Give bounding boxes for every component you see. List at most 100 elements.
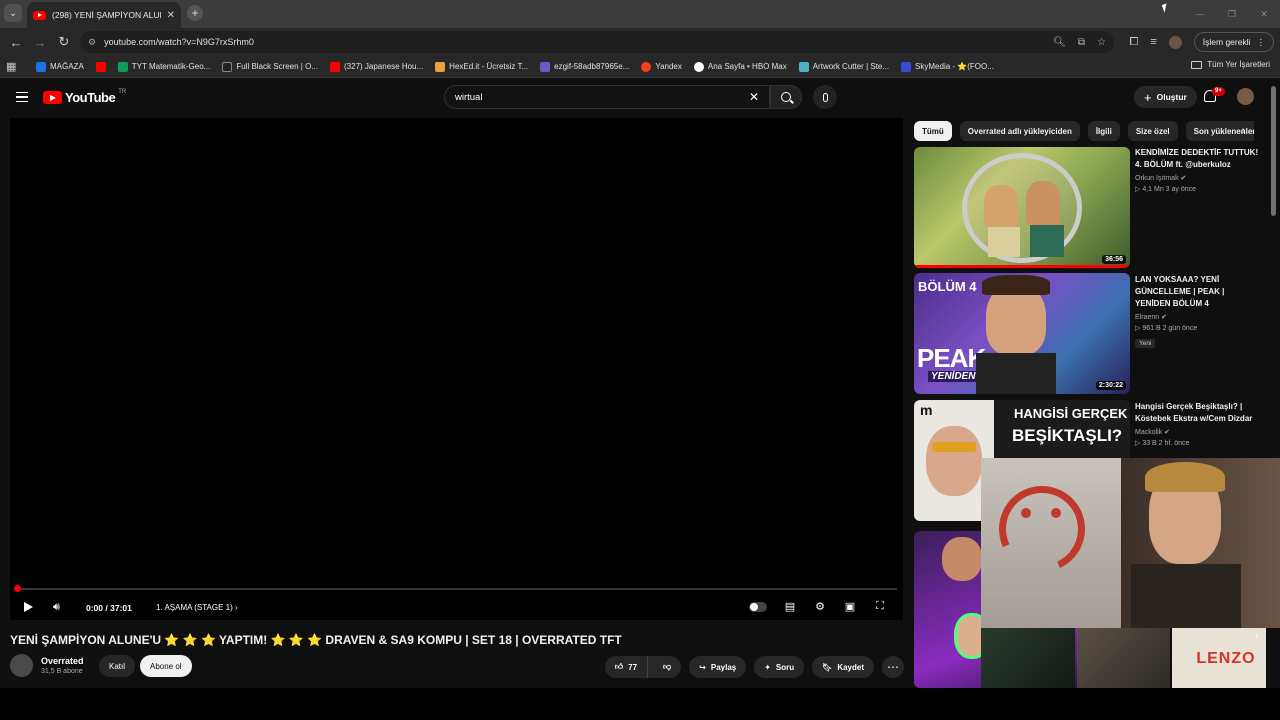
install-app-icon[interactable]: ⧉ [1078,37,1085,48]
tab-search-button[interactable]: ⌄ [4,4,22,22]
video-thumbnail[interactable]: BÖLÜM 4 PEAK YENİDEN 2:30:22 [914,273,1130,394]
apps-grid-icon[interactable]: ▦ [6,60,20,73]
video-actions: 👍︎ 77 👎︎ ↪ Paylaş ✦ Soru 🔖︎ Kaydet ⋯ [604,656,904,678]
bookmark-item[interactable]: Full Black Screen | O... [222,61,318,72]
bookmark-label: MAĞAZA [50,62,84,71]
forward-button[interactable]: → [28,30,52,54]
chip-from-uploader[interactable]: Overrated adlı yükleyiciden [959,121,1080,141]
fullscreen-icon[interactable]: ⛶ [873,600,887,613]
youtube-favicon-icon [95,61,106,72]
search-value: wirtual [455,91,483,103]
bookmark-favicon-icon [435,61,446,72]
thumb-text: PEAK [917,343,986,373]
join-button[interactable]: Katıl [99,655,136,677]
new-tab-button[interactable]: + [187,5,203,21]
related-channel[interactable]: Elraenn ✔ [1135,313,1259,321]
chevron-right-icon[interactable]: › [1255,631,1258,642]
chapter-button[interactable]: 1. AŞAMA (STAGE 1) › [156,603,238,612]
bookmark-favicon-icon [36,61,46,72]
chip-for-you[interactable]: Size özel [1127,121,1178,141]
thumb-text: HANGİSİ GERÇEK [1014,406,1128,421]
youtube-favicon-icon [330,61,340,72]
ask-button[interactable]: ✦ Soru [754,656,805,678]
back-button[interactable]: ← [4,30,28,54]
video-thumbnail[interactable]: 36:56 [914,147,1130,268]
browser-toolbar: ← → ↻ ⚙ youtube.com/watch?v=N9G7rxSrhm0 … [0,28,1280,56]
bookmark-item[interactable]: (327) Japanese Hou... [330,61,423,72]
action-required-label: İşlem gerekli [1202,37,1251,47]
more-actions-icon[interactable]: ⋯ [882,656,904,678]
subscribe-button[interactable]: Abone ol [140,655,192,677]
bookmark-icon: 🔖︎ [822,662,833,672]
play-icon[interactable] [24,602,33,612]
dislike-button[interactable]: 👎︎ [653,662,681,672]
youtube-logo[interactable]: YouTube TR [43,89,126,105]
maximize-button[interactable]: ❐ [1216,0,1248,28]
address-bar[interactable]: ⚙ youtube.com/watch?v=N9G7rxSrhm0 🔍︎ ⧉ ☆ [80,31,1114,53]
strip-thumbnail[interactable] [981,628,1075,688]
tab-close-icon[interactable]: ✕ [167,10,175,21]
chevron-right-icon[interactable]: › [1242,125,1246,137]
channel-name[interactable]: Overrated [41,656,84,666]
strip-thumbnail[interactable] [1076,628,1171,688]
miniplayer-thumbnail-strip: LENZO [981,628,1266,688]
media-controls-icon[interactable]: ≡ [1150,36,1156,48]
clear-search-icon[interactable]: ✕ [749,90,759,104]
search-button[interactable] [770,85,802,109]
voice-search-button[interactable] [813,85,837,109]
video-player[interactable]: 🔊︎ 0:00 / 37:01 1. AŞAMA (STAGE 1) › ▤ ⚙… [10,118,903,620]
site-info-icon[interactable]: ⚙ [88,37,96,48]
bookmark-star-icon[interactable]: ☆ [1097,37,1106,48]
tab-title: (298) YENİ ŞAMPİYON ALUNE'U [52,10,161,20]
save-button[interactable]: 🔖︎ Kaydet [812,656,874,678]
bookmark-item[interactable]: SkyMedia - ⭐(FOO... [901,61,994,72]
page-scrollbar[interactable] [1271,86,1276,216]
chip-all[interactable]: Tümü [914,121,952,141]
related-video[interactable]: BÖLÜM 4 PEAK YENİDEN 2:30:22 LAN YOKSAAA… [914,273,1264,394]
share-icon: ↪ [699,662,706,672]
related-video[interactable]: 36:56 KENDİMİZE DEDEKTİF TUTTUK! 4. BÖLÜ… [914,147,1264,268]
bookmark-item[interactable] [95,61,106,72]
volume-icon[interactable]: 🔊︎ [53,601,65,613]
action-required-button[interactable]: İşlem gerekli ⋮ [1193,32,1274,52]
person-figure [1026,181,1060,225]
save-label: Kaydet [837,662,864,672]
reload-button[interactable]: ↻ [52,30,76,54]
account-avatar[interactable] [1237,88,1254,105]
all-bookmarks-button[interactable]: Tüm Yer İşaretleri [1191,60,1270,69]
create-button[interactable]: + Oluştur [1134,86,1197,108]
progress-bar[interactable] [16,588,897,590]
minimize-button[interactable]: — [1184,0,1216,28]
bookmark-item[interactable]: Yandex [641,61,682,72]
bookmark-item[interactable]: Ana Sayfa • HBO Max [693,61,787,72]
tab-active[interactable]: (298) YENİ ŞAMPİYON ALUNE'U ✕ [27,2,181,28]
bookmark-label: ezgif-58adb87965e... [554,62,630,71]
bookmark-item[interactable]: MAĞAZA [36,61,84,72]
progress-scrubber[interactable] [14,585,21,592]
share-button[interactable]: ↪ Paylaş [689,656,747,678]
bookmark-item[interactable]: HexEd.it - Ücretsiz T... [435,61,528,72]
menu-icon[interactable] [16,92,28,102]
autoplay-toggle[interactable] [749,601,767,612]
chip-related[interactable]: İlgili [1087,121,1120,141]
zoom-icon[interactable]: 🔍︎ [1053,37,1066,48]
subtitles-icon[interactable]: ▤ [783,600,797,613]
thumb-text: BÖLÜM 4 [918,279,977,294]
channel-avatar[interactable] [10,654,33,677]
strip-thumbnail[interactable]: LENZO [1172,628,1266,688]
bookmark-item[interactable]: TYT Matematik-Geo... [117,61,210,72]
related-channel[interactable]: Mackolik ✔ [1135,428,1259,436]
bookmark-item[interactable]: ezgif-58adb87965e... [540,61,630,72]
settings-gear-icon[interactable]: ⚙ [813,600,827,613]
search-input[interactable]: wirtual ✕ [444,85,770,109]
miniplayer-preview[interactable] [981,458,1280,628]
profile-avatar[interactable] [1168,35,1182,49]
time-display: 0:00 / 37:01 [86,603,132,613]
extensions-icon[interactable]: ⧠ [1130,36,1139,49]
like-button[interactable]: 👍︎ 77 [605,656,649,678]
related-channel[interactable]: Orkun Işıtmak ✔ [1135,174,1259,182]
miniplayer-icon[interactable]: ▣ [843,600,857,613]
bookmark-favicon-icon [117,61,128,72]
close-window-button[interactable]: ✕ [1248,0,1280,28]
bookmark-item[interactable]: Artwork Cutter | Ste... [798,61,889,72]
